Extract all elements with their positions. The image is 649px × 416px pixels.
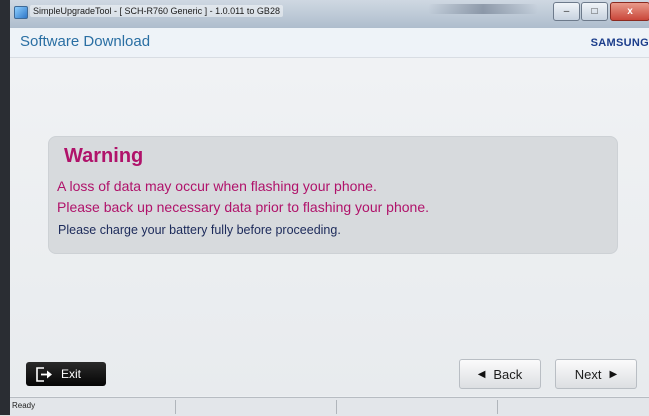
status-bar: Ready (10, 397, 649, 416)
exit-label: Exit (61, 367, 82, 381)
status-text: Ready (12, 401, 36, 410)
brand-logo: SAMSUNG (590, 37, 649, 49)
exit-icon (35, 366, 55, 382)
next-label: Next (574, 366, 602, 382)
background-window-edge (0, 0, 10, 415)
left-triangle-icon: ◀ (477, 368, 486, 380)
warning-data-loss-text: A loss of data may occur when flashing y… (57, 178, 377, 194)
back-label: Back (493, 366, 523, 382)
status-divider (336, 400, 337, 414)
back-button[interactable]: ◀ Back (459, 359, 541, 389)
blurred-background-text (428, 4, 538, 14)
exit-button[interactable]: Exit (26, 362, 106, 386)
maximize-button[interactable]: □ (581, 2, 608, 21)
maximize-icon: □ (591, 6, 598, 17)
title-bar[interactable]: SimpleUpgradeTool - [ SCH-R760 Generic ]… (10, 0, 649, 29)
minimize-button[interactable]: – (553, 2, 580, 21)
page-header: Software Download SAMSUNG (10, 28, 649, 58)
status-divider (497, 400, 498, 414)
app-window: SimpleUpgradeTool - [ SCH-R760 Generic ]… (10, 0, 649, 416)
app-icon (14, 6, 28, 19)
right-triangle-icon: ▶ (609, 368, 618, 380)
next-button[interactable]: Next ▶ (555, 359, 637, 389)
battery-note-text: Please charge your battery fully before … (58, 223, 341, 237)
status-divider (175, 400, 176, 414)
warning-backup-text: Please back up necessary data prior to f… (57, 199, 430, 215)
page-title: Software Download (20, 33, 151, 50)
minimize-icon: – (563, 6, 570, 17)
window-title: SimpleUpgradeTool - [ SCH-R760 Generic ]… (30, 5, 283, 17)
warning-panel: Warning A loss of data may occur when fl… (48, 136, 618, 254)
close-icon: x (627, 6, 633, 17)
close-button[interactable]: x (610, 2, 649, 21)
warning-title: Warning (64, 145, 144, 167)
